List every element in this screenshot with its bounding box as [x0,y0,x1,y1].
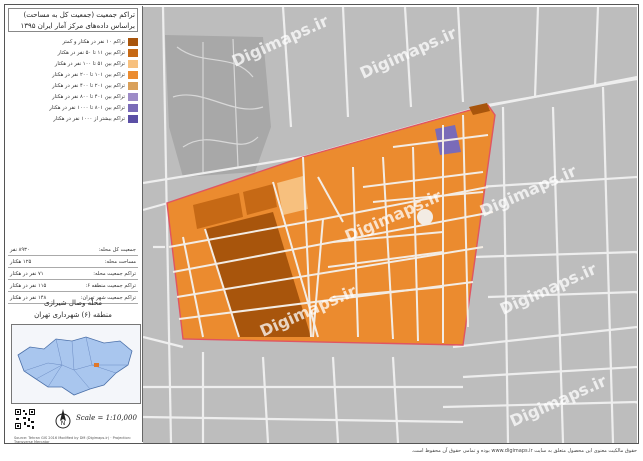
legend-swatch [128,59,138,68]
title-line-2: براساس داده‌های مرکز آمار ایران ۱۳۹۵ [20,22,135,30]
legend-swatch [128,114,138,123]
stats-label: مساحت محله: [104,258,136,265]
legend-label: تراکم بیشتر از ۱۰۰۰ نفر در هکتار [53,115,125,122]
scale-label: Scale = 1:10,000 [76,414,137,422]
source-credit: Source: Tehran GIS 2016 Modified by DM (… [14,436,132,444]
legend-item: تراکم ۱۰ نفر در هکتار و کمتر [8,36,138,47]
legend-label: تراکم ۱۰ نفر در هکتار و کمتر [62,38,125,45]
district-name: منطقه (۶) شهرداری تهران [34,311,112,319]
stats-value: ۷۱ نفر در هکتار [10,270,44,277]
neighborhood-name: محله وصال شیرازی [44,299,102,307]
stats-row: مساحت محله: ۱۲۵ هکتار [8,256,138,268]
stats-value: ۱۲۵ هکتار [10,258,32,265]
legend-label: تراکم بین ۵۱ تا ۱۰۰ نفر در هکتار [54,60,125,67]
legend-item: تراکم بین ۵۱ تا ۱۰۰ نفر در هکتار [8,58,138,69]
legend-list: تراکم ۱۰ نفر در هکتار و کمتر تراکم بین ۱۱… [8,36,138,124]
stats-label: جمعیت کل محله: [98,246,136,253]
footer-copyright: حقوق مالکیت معنوی این محصول متعلق به سای… [411,448,637,454]
stats-row: تراکم جمعیت منطقه ۶: ۱۱۵ نفر در هکتار [8,280,138,292]
stats-row: جمعیت کل محله: ۸۹۳۰ نفر [8,244,138,256]
legend-swatch [128,70,138,79]
legend-swatch [128,48,138,57]
map-title: تراکم جمعیت (جمعیت کل به مساحت) براساس د… [8,8,138,32]
legend-label: تراکم بین ۴۰۱ تا ۸۰۰ نفر در هکتار [52,93,125,100]
legend-swatch [128,92,138,101]
map-view[interactable]: Digimaps.ir Digimaps.ir Digimaps.ir Digi… [143,7,637,443]
legend-swatch [128,103,138,112]
inset-map [11,324,141,404]
stats-table: جمعیت کل محله: ۸۹۳۰ نفر مساحت محله: ۱۲۵ هکت… [8,244,138,304]
legend-label: تراکم بین ۸۰۱ تا ۱۰۰۰ نفر در هکتار [49,104,125,111]
stats-row: تراکم جمعیت محله: ۷۱ نفر در هکتار [8,268,138,280]
legend-swatch [128,37,138,46]
legend-item: تراکم بین ۱۰۱ تا ۲۰۰ نفر در هکتار [8,69,138,80]
legend-swatch [128,81,138,90]
legend-item: تراکم بیشتر از ۱۰۰۰ نفر در هکتار [8,113,138,124]
legend-item: تراکم بین ۸۰۱ تا ۱۰۰۰ نفر در هکتار [8,102,138,113]
stats-value: ۸۹۳۰ نفر [10,246,30,253]
stats-value: ۱۱۵ نفر در هکتار [10,282,47,289]
qr-code[interactable] [14,408,36,430]
map-canvas[interactable]: Digimaps.ir Digimaps.ir Digimaps.ir Digi… [143,7,637,443]
legend-label: تراکم بین ۱۱ تا ۵۰ نفر در هکتار [57,49,125,56]
stats-label: تراکم جمعیت منطقه ۶: [85,282,136,289]
legend-label: تراکم بین ۱۰۱ تا ۲۰۰ نفر در هکتار [52,71,125,78]
inset-highlight [94,363,99,367]
north-arrow-icon: N [55,409,71,429]
legend-item: تراکم بین ۴۰۱ تا ۸۰۰ نفر در هکتار [8,91,138,102]
legend-item: تراکم بین ۱۱ تا ۵۰ نفر در هکتار [8,47,138,58]
legend-panel: تراکم جمعیت (جمعیت کل به مساحت) براساس د… [6,6,143,444]
stats-label: تراکم جمعیت محله: [93,270,136,277]
legend-label: تراکم بین ۲۰۱ تا ۴۰۰ نفر در هکتار [52,82,125,89]
legend-item: تراکم بین ۲۰۱ تا ۴۰۰ نفر در هکتار [8,80,138,91]
title-line-1: تراکم جمعیت (جمعیت کل به مساحت) [23,11,135,19]
svg-text:N: N [61,420,66,427]
